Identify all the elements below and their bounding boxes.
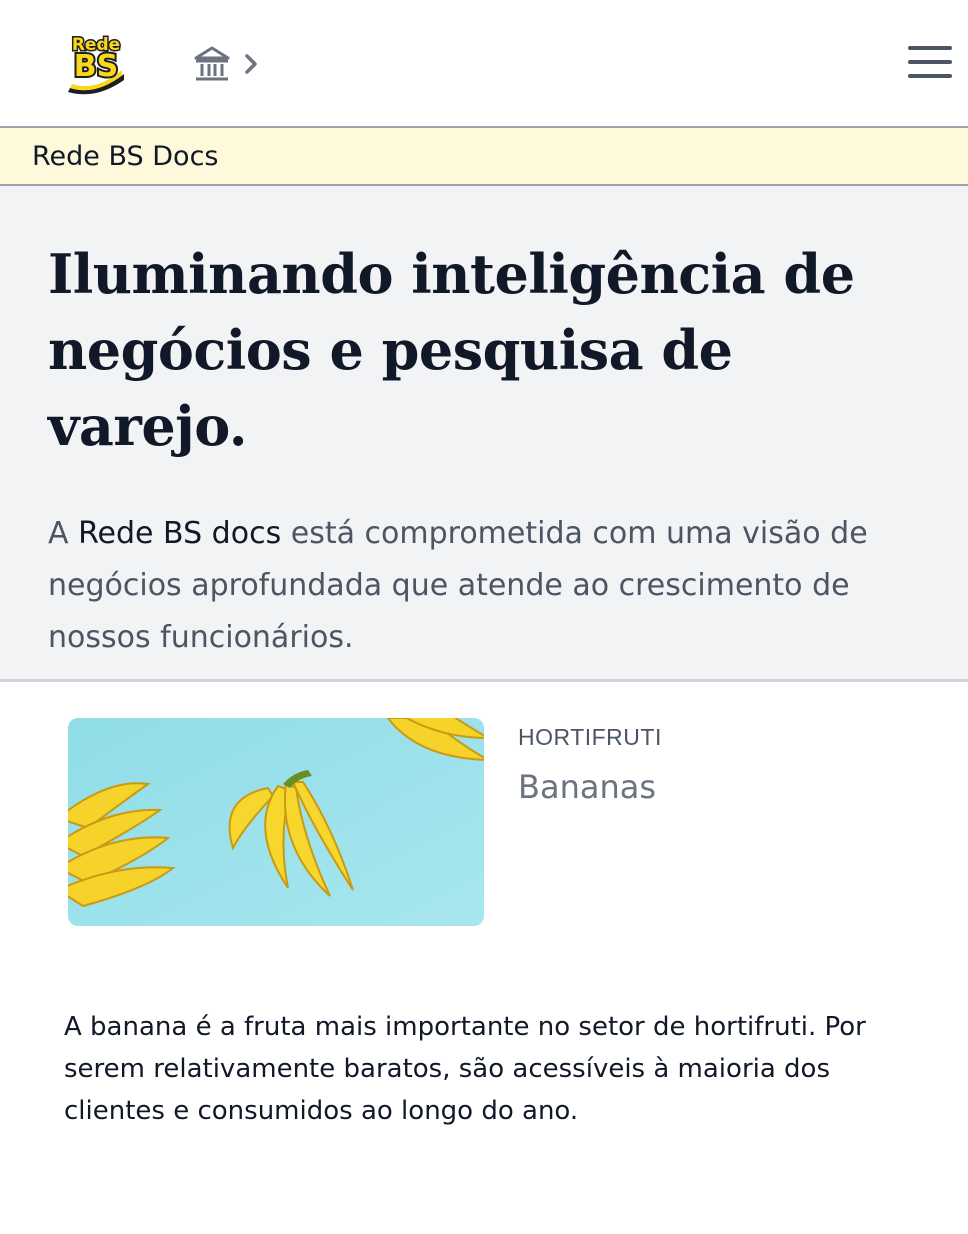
home-icon[interactable] — [192, 44, 232, 84]
site-title-banner: Rede BS Docs — [0, 128, 968, 186]
chevron-right-icon — [245, 54, 257, 74]
article-body: A banana é a fruta mais importante no se… — [64, 1012, 866, 1126]
rede-bs-logo[interactable]: Rede BS — [66, 30, 126, 96]
hero-heading: Iluminando inteligência de negócios e pe… — [48, 242, 855, 458]
article-card: HORTIFRUTI Bananas — [0, 682, 968, 982]
menu-icon[interactable] — [908, 46, 952, 82]
hero-section: Iluminando inteligência de negócios e pe… — [0, 186, 968, 682]
svg-text:BS: BS — [74, 49, 118, 84]
hero-intro: A Rede BS docs está comprometida com uma… — [48, 508, 920, 664]
article-title[interactable]: Bananas — [518, 768, 656, 806]
top-navigation-bar: Rede BS — [0, 0, 968, 128]
article-category[interactable]: HORTIFRUTI — [518, 724, 662, 751]
intro-brand: Rede BS docs — [78, 516, 282, 551]
site-title[interactable]: Rede BS Docs — [32, 141, 218, 172]
bananas-image[interactable] — [68, 718, 484, 926]
intro-prefix: A — [48, 516, 79, 551]
